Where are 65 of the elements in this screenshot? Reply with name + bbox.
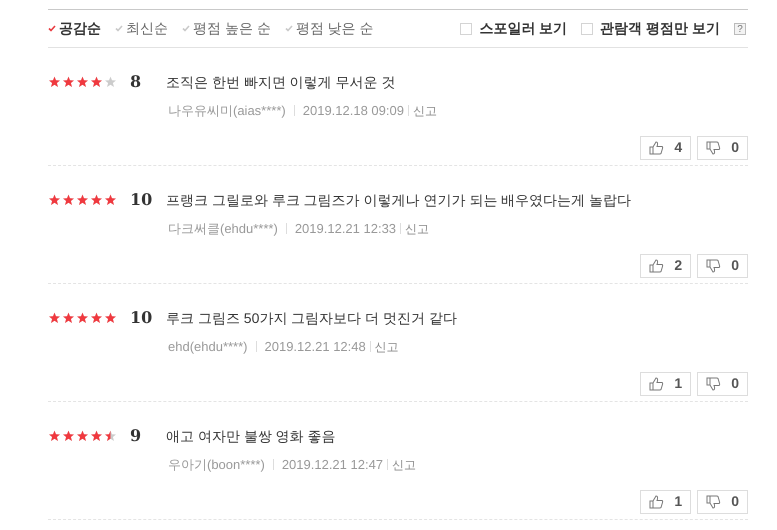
- thumbs-down-icon: [706, 140, 722, 154]
- review-text: 조직은 한번 빠지면 이렇게 무서운 것: [166, 72, 396, 92]
- sort-option[interactable]: 최신순: [115, 18, 168, 39]
- star-icon: [48, 76, 61, 88]
- star-icon: [90, 194, 103, 206]
- dislike-button[interactable]: 0: [697, 136, 748, 160]
- star-icon: [104, 76, 117, 88]
- sort-option[interactable]: 공감순: [48, 18, 101, 39]
- like-button[interactable]: 1: [640, 372, 692, 396]
- star-icon: [76, 430, 89, 442]
- date: 2019.12.18 09:09: [302, 102, 404, 120]
- filter-label: 스포일러 보기: [479, 19, 568, 38]
- star-icon: [76, 312, 89, 324]
- checkbox[interactable]: [581, 22, 594, 34]
- thumbs-down-icon: [706, 258, 722, 272]
- star-icon: [104, 194, 117, 206]
- review-text: 애고 여자만 불쌍 영화 좋음: [166, 426, 336, 446]
- star-icon: [76, 194, 89, 206]
- review-text: 루크 그림즈 50가지 그림자보다 더 멋진거 같다: [166, 308, 457, 328]
- star-icon: [48, 430, 61, 442]
- star-icon: [90, 312, 103, 324]
- filter-label: 관람객 평점만 보기: [600, 19, 720, 38]
- star-icon: [62, 312, 75, 324]
- dislike-button[interactable]: 0: [697, 254, 748, 278]
- date: 2019.12.21 12:48: [264, 338, 366, 356]
- help-icon[interactable]: ?: [734, 22, 746, 34]
- score: 8: [130, 71, 142, 93]
- report-link[interactable]: 신고: [405, 220, 430, 238]
- score: 9: [130, 425, 142, 447]
- star-icon: [90, 76, 103, 88]
- report-link[interactable]: 신고: [392, 456, 416, 474]
- thumbs-up-icon: [649, 376, 664, 390]
- star-icon: [48, 312, 61, 324]
- star-icon: [104, 430, 117, 442]
- thumbs-up-icon: [649, 494, 664, 508]
- score: 10: [130, 307, 154, 329]
- check-icon: [48, 25, 56, 32]
- like-button[interactable]: 2: [640, 254, 692, 278]
- sort-option[interactable]: 평점 높은 순: [182, 18, 271, 39]
- report-link[interactable]: 신고: [412, 102, 437, 120]
- dislike-button[interactable]: 0: [697, 490, 748, 514]
- thumbs-up-icon: [649, 140, 664, 154]
- sort-option[interactable]: 평점 낮은 순: [284, 18, 374, 39]
- like-button[interactable]: 4: [640, 136, 692, 160]
- like-button[interactable]: 1: [640, 490, 692, 514]
- star-icon: [90, 430, 103, 442]
- score: 10: [130, 189, 154, 211]
- report-link[interactable]: 신고: [374, 338, 399, 356]
- check-icon: [115, 25, 123, 32]
- star-icon: [76, 76, 89, 88]
- dislike-button[interactable]: 0: [697, 372, 748, 396]
- thumbs-down-icon: [706, 376, 722, 390]
- check-icon: [284, 25, 293, 32]
- check-icon: [182, 25, 190, 32]
- checkbox[interactable]: [460, 22, 472, 34]
- thumbs-up-icon: [649, 258, 664, 272]
- star-icon: [104, 312, 117, 324]
- review-text: 프랭크 그릴로와 루크 그림즈가 이렇게나 연기가 되는 배우였다는게 놀랍다: [166, 190, 632, 210]
- star-icon: [62, 430, 75, 442]
- thumbs-down-icon: [706, 494, 722, 508]
- star-icon: [62, 76, 75, 88]
- star-icon: [62, 194, 75, 206]
- date: 2019.12.21 12:47: [282, 456, 384, 474]
- star-icon: [48, 194, 61, 206]
- date: 2019.12.21 12:33: [294, 220, 396, 238]
